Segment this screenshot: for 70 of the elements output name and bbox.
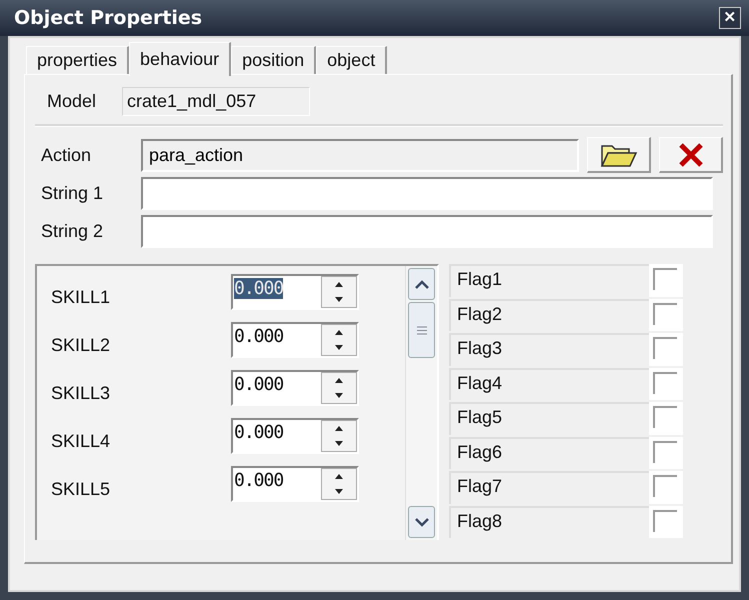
browse-button[interactable] [587,137,651,173]
window-title: Object Properties [14,7,202,29]
grip-icon [416,326,426,334]
flag-label: Flag8 [449,506,649,538]
flag-checkbox[interactable] [653,475,677,497]
down-arrow-icon [335,345,343,350]
close-button[interactable]: ✕ [719,7,741,29]
skill-label: SKILL2 [51,334,112,356]
skill-value: 0.000 [234,470,284,491]
tab[interactable]: object [316,46,388,74]
skill-spin-field[interactable]: 0.000 [231,274,359,310]
flag-checkbox[interactable] [653,510,677,532]
chevron-down-icon [414,518,428,526]
flag-label: Flag1 [449,264,649,296]
action-label: Action [40,144,92,166]
spin-button[interactable] [321,372,357,404]
skill-label: SKILL4 [51,430,112,452]
skill-spin-field[interactable]: 0.000 [231,466,359,502]
up-arrow-icon [335,282,343,287]
skill-label: SKILL5 [51,478,112,500]
scroll-up-button[interactable] [408,268,435,300]
scrollbar[interactable] [405,266,437,540]
skill-label: SKILL1 [51,286,112,308]
flag-checkbox[interactable] [653,268,677,290]
flag-checkbox[interactable] [653,440,677,462]
tab[interactable]: behaviour [129,42,232,76]
spin-button[interactable] [321,324,357,356]
down-arrow-icon [335,441,343,446]
up-arrow-icon [335,330,343,335]
flag-label: Flag2 [449,298,649,331]
string-label: String 1 [40,182,104,204]
flag-label: Flag4 [449,368,649,400]
flag-label: Flag5 [449,402,649,434]
skill-value: 0.000 [234,278,284,299]
down-arrow-icon [335,489,343,494]
up-arrow-icon [335,426,343,431]
tab[interactable]: position [231,46,316,74]
flag-checkbox[interactable] [653,406,677,428]
up-arrow-icon [335,474,343,479]
skill-value: 0.000 [234,422,284,443]
up-arrow-icon [335,378,343,383]
skill-value: 0.000 [234,374,284,395]
tab[interactable]: properties [26,46,130,74]
string-label: String 2 [40,220,104,242]
flag-label: Flag6 [449,436,649,469]
skill-value: 0.000 [234,326,284,347]
skill-spin-field[interactable]: 0.000 [231,322,359,358]
flag-checkbox[interactable] [653,372,677,394]
spin-button[interactable] [321,420,357,452]
flag-label: Flag7 [449,471,649,504]
flag-checkbox[interactable] [653,302,677,324]
scroll-thumb[interactable] [408,302,435,358]
close-icon [678,142,704,168]
flag-label: Flag3 [449,333,649,366]
spin-button[interactable] [321,276,357,308]
model-value: crate1_mdl_057 [122,87,310,116]
action-field[interactable]: para_action [141,138,579,172]
flag-checkbox[interactable] [653,337,677,359]
clear-button[interactable] [659,137,723,173]
chevron-up-icon [414,280,428,288]
string-field[interactable] [141,214,713,248]
skill-spin-field[interactable]: 0.000 [231,418,359,454]
model-label: Model [47,91,96,112]
skill-spin-field[interactable]: 0.000 [231,370,359,406]
scroll-down-button[interactable] [408,506,435,538]
string-field[interactable] [141,176,713,210]
down-arrow-icon [335,393,343,398]
spin-button[interactable] [321,468,357,500]
down-arrow-icon [335,297,343,302]
skill-label: SKILL3 [51,382,112,404]
